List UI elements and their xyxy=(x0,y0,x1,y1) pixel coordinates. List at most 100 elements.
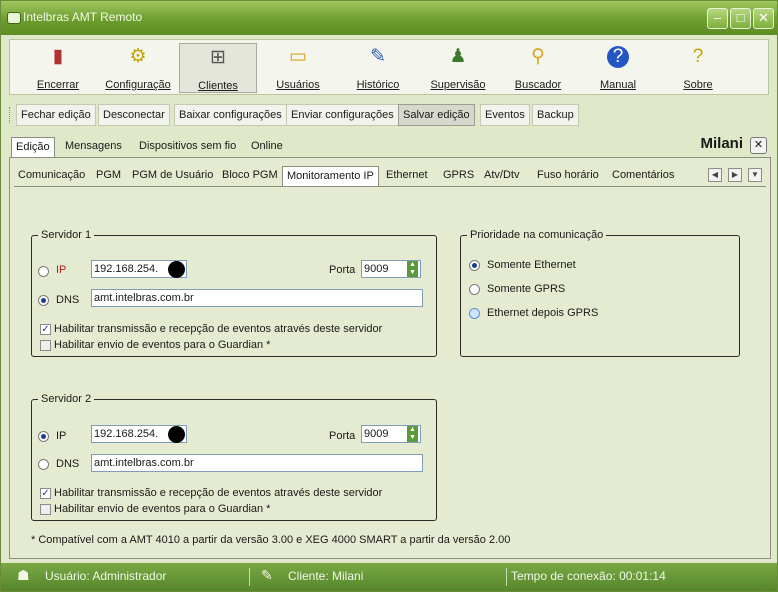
app-window: Intelbras AMT Remoto – □ ✕ ▮ Encerrar ⚙ … xyxy=(0,0,778,592)
client-name: Milani xyxy=(700,135,743,152)
edit-panel: Comunicação PGM PGM de Usuário Bloco PGM… xyxy=(9,157,771,559)
notepad-icon: ✎ xyxy=(370,46,386,67)
tab-fuso-horario[interactable]: Fuso horário xyxy=(537,166,599,186)
app-logo-icon xyxy=(7,12,21,24)
fechar-edicao-button[interactable]: Fechar edição xyxy=(16,104,96,126)
status-user: Usuário: Administrador xyxy=(45,569,167,583)
main-tabs: Edição Mensagens Dispositivos sem fio On… xyxy=(9,135,771,157)
config-gear-icon: ⚙ xyxy=(129,46,147,67)
chevron-down-icon[interactable]: ▼ xyxy=(748,168,762,182)
server1-ip-radio[interactable] xyxy=(38,266,49,277)
redaction-mark xyxy=(168,426,185,443)
server2-ip-label: IP xyxy=(56,430,67,442)
close-window-button[interactable]: ✕ xyxy=(753,8,774,29)
tab-comentarios[interactable]: Comentários xyxy=(612,166,674,186)
info-icon: ? xyxy=(692,46,704,67)
server1-dns-label: DNS xyxy=(56,294,80,306)
server1-dns-input[interactable]: amt.intelbras.com.br xyxy=(91,289,423,307)
server2-port-label: Porta xyxy=(329,430,356,442)
encerrar-button[interactable]: ▮ Encerrar xyxy=(19,43,97,93)
eventos-button[interactable]: Eventos xyxy=(480,104,530,126)
tab-edicao[interactable]: Edição xyxy=(11,137,55,157)
redaction-mark xyxy=(168,261,185,278)
people-icon: ♟ xyxy=(449,46,467,67)
tab-dispositivos-sem-fio[interactable]: Dispositivos sem fio xyxy=(135,137,240,157)
tab-monitoramento-ip[interactable]: Monitoramento IP xyxy=(282,166,379,186)
server1-port-label: Porta xyxy=(329,264,356,276)
server1-enable-events-label: Habilitar transmissão e recepção de even… xyxy=(54,323,383,335)
manual-button[interactable]: ? Manual xyxy=(579,43,657,93)
priority-ethernet-radio[interactable] xyxy=(469,260,480,271)
action-bar: Fechar edição Desconectar Baixar configu… xyxy=(9,104,769,127)
minimize-button[interactable]: – xyxy=(707,8,728,29)
tab-mensagens[interactable]: Mensagens xyxy=(61,137,126,157)
priority-ethernet-then-gprs-label: Ethernet depois GPRS xyxy=(487,307,599,319)
tab-online[interactable]: Online xyxy=(247,137,287,157)
usuarios-button[interactable]: ▭ Usuários xyxy=(259,43,337,93)
priority-ethernet-then-gprs-radio[interactable] xyxy=(469,308,480,319)
enviar-configuracoes-button[interactable]: Enviar configurações xyxy=(286,104,399,126)
main-toolbar: ▮ Encerrar ⚙ Configuração ⊞ Clientes ▭ U… xyxy=(9,39,769,95)
clients-network-icon: ⊞ xyxy=(210,47,226,68)
tab-pgm-de-usuario[interactable]: PGM de Usuário xyxy=(132,166,213,186)
server1-enable-events-checkbox[interactable]: ✓ xyxy=(40,324,51,335)
server2-group: Servidor 2 IP 192.168.254. Porta 9009 ▲ ▼… xyxy=(31,393,437,521)
priority-ethernet-label: Somente Ethernet xyxy=(487,259,576,271)
server1-group: Servidor 1 IP 192.168.254. Porta 9009 ▲ ▼… xyxy=(31,229,437,357)
server1-guardian-label: Habilitar envio de eventos para o Guardi… xyxy=(54,339,271,351)
scroll-right-icon[interactable]: ▶ xyxy=(728,168,742,182)
backup-button[interactable]: Backup xyxy=(532,104,579,126)
server2-guardian-checkbox[interactable] xyxy=(40,504,51,515)
toolbar-grip[interactable] xyxy=(9,107,12,123)
status-client: Cliente: Milani xyxy=(288,569,364,583)
client-icon: ✎ xyxy=(261,567,273,583)
server1-port-spinner-icon[interactable]: ▲ ▼ xyxy=(407,261,418,277)
server1-legend: Servidor 1 xyxy=(41,229,92,241)
priority-legend: Prioridade na comunicação xyxy=(470,229,604,241)
server1-ip-label: IP xyxy=(56,264,67,276)
server2-enable-events-checkbox[interactable]: ✓ xyxy=(40,488,51,499)
sobre-button[interactable]: ? Sobre xyxy=(659,43,737,93)
server2-dns-radio[interactable] xyxy=(38,459,49,470)
door-icon: ▮ xyxy=(52,46,64,67)
maximize-button[interactable]: □ xyxy=(730,8,751,29)
monitoramento-ip-content: Servidor 1 IP 192.168.254. Porta 9009 ▲ ▼… xyxy=(14,186,766,552)
server2-port-spinner-icon[interactable]: ▲ ▼ xyxy=(407,426,418,442)
priority-gprs-label: Somente GPRS xyxy=(487,283,566,295)
magnifier-icon: ⚲ xyxy=(531,46,545,67)
server2-enable-events-label: Habilitar transmissão e recepção de even… xyxy=(54,487,383,499)
server2-guardian-label: Habilitar envio de eventos para o Guardi… xyxy=(54,503,271,515)
baixar-configuracoes-button[interactable]: Baixar configurações xyxy=(174,104,287,126)
server1-guardian-checkbox[interactable] xyxy=(40,340,51,351)
server1-dns-radio[interactable] xyxy=(38,295,49,306)
tab-ethernet[interactable]: Ethernet xyxy=(386,166,428,186)
server2-legend: Servidor 2 xyxy=(41,393,92,405)
folder-icon: ▭ xyxy=(289,46,307,67)
historico-button[interactable]: ✎ Histórico xyxy=(339,43,417,93)
close-client-button[interactable]: ✕ xyxy=(750,137,767,154)
window-title: Intelbras AMT Remoto xyxy=(23,10,143,24)
priority-gprs-radio[interactable] xyxy=(469,284,480,295)
clientes-button[interactable]: ⊞ Clientes xyxy=(179,43,257,93)
tab-pgm[interactable]: PGM xyxy=(96,166,121,186)
help-icon: ? xyxy=(607,46,629,68)
tab-gprs[interactable]: GPRS xyxy=(443,166,474,186)
supervisao-button[interactable]: ♟ Supervisão xyxy=(419,43,497,93)
status-bar: ☗ Usuário: Administrador ✎ Cliente: Mila… xyxy=(1,563,777,591)
scroll-left-icon[interactable]: ◀ xyxy=(708,168,722,182)
status-separator xyxy=(506,568,507,586)
priority-group: Prioridade na comunicação Somente Ethern… xyxy=(460,229,740,357)
tab-bloco-pgm[interactable]: Bloco PGM xyxy=(222,166,278,186)
user-icon: ☗ xyxy=(17,567,30,583)
server2-dns-input[interactable]: amt.intelbras.com.br xyxy=(91,454,423,472)
desconectar-button[interactable]: Desconectar xyxy=(98,104,170,126)
tab-comunicacao[interactable]: Comunicação xyxy=(18,166,85,186)
salvar-edicao-button[interactable]: Salvar edição xyxy=(398,104,475,126)
configuracao-button[interactable]: ⚙ Configuração xyxy=(99,43,177,93)
server2-ip-radio[interactable] xyxy=(38,431,49,442)
tab-atv-dtv[interactable]: Atv/Dtv xyxy=(484,166,519,186)
buscador-button[interactable]: ⚲ Buscador xyxy=(499,43,577,93)
status-connection-time: Tempo de conexão: 00:01:14 xyxy=(511,569,666,583)
title-bar: Intelbras AMT Remoto – □ ✕ xyxy=(1,1,777,35)
server2-dns-label: DNS xyxy=(56,458,80,470)
